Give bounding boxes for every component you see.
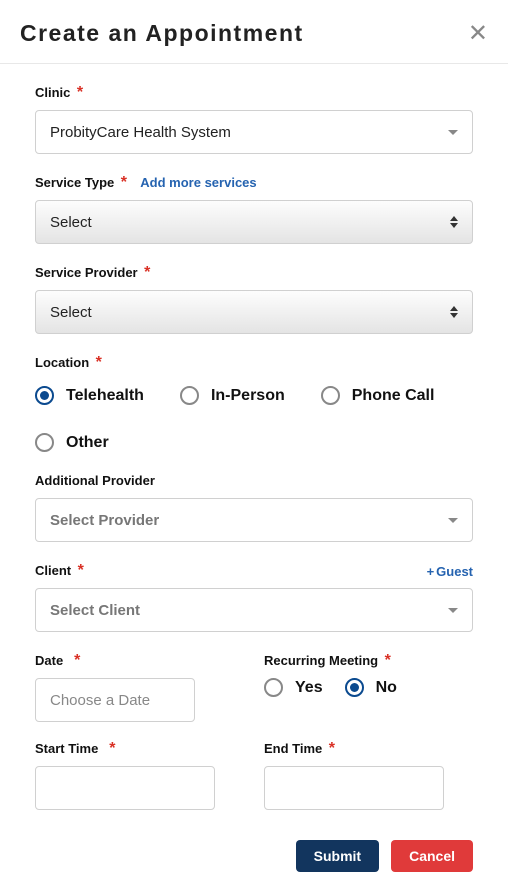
modal-body: Clinic * ProbityCare Health System Servi… bbox=[0, 64, 508, 830]
required-marker: * bbox=[96, 354, 102, 371]
updown-icon bbox=[450, 306, 458, 318]
recurring-option-yes[interactable]: Yes bbox=[264, 678, 323, 697]
radio-label: Telehealth bbox=[66, 387, 144, 405]
radio-label: Phone Call bbox=[352, 387, 435, 405]
location-label: Location bbox=[35, 355, 89, 370]
start-time-group: Start Time * bbox=[35, 740, 244, 810]
client-select[interactable]: Select Client bbox=[35, 588, 473, 632]
required-marker: * bbox=[70, 652, 81, 669]
client-label: Client bbox=[35, 563, 71, 578]
create-appointment-modal: Create an Appointment ✕ Clinic * Probity… bbox=[0, 0, 508, 896]
guest-link-text: Guest bbox=[436, 564, 473, 579]
required-marker: * bbox=[329, 740, 335, 757]
required-marker: * bbox=[385, 652, 391, 669]
close-icon[interactable]: ✕ bbox=[468, 22, 488, 46]
updown-icon bbox=[450, 216, 458, 228]
additional-provider-placeholder: Select Provider bbox=[50, 512, 159, 529]
cancel-button[interactable]: Cancel bbox=[391, 840, 473, 872]
location-option-other[interactable]: Other bbox=[35, 433, 109, 452]
recurring-option-no[interactable]: No bbox=[345, 678, 397, 697]
location-group: Location * Telehealth In-Person Phone Ca… bbox=[35, 354, 473, 452]
recurring-options: Yes No bbox=[264, 678, 473, 697]
service-provider-placeholder: Select bbox=[50, 304, 92, 321]
recurring-label: Recurring Meeting bbox=[264, 653, 378, 668]
service-type-placeholder: Select bbox=[50, 214, 92, 231]
modal-footer: Submit Cancel bbox=[0, 830, 508, 896]
radio-icon bbox=[345, 678, 364, 697]
location-option-inperson[interactable]: In-Person bbox=[180, 386, 285, 405]
modal-header: Create an Appointment ✕ bbox=[0, 0, 508, 64]
date-input[interactable] bbox=[35, 678, 195, 722]
clinic-label: Clinic bbox=[35, 85, 70, 100]
required-marker: * bbox=[77, 84, 83, 101]
required-marker: * bbox=[144, 264, 150, 281]
radio-label: Other bbox=[66, 434, 109, 452]
radio-icon bbox=[321, 386, 340, 405]
clinic-value: ProbityCare Health System bbox=[50, 124, 231, 141]
add-guest-link[interactable]: +Guest bbox=[427, 564, 473, 579]
additional-provider-label: Additional Provider bbox=[35, 473, 155, 488]
clinic-group: Clinic * ProbityCare Health System bbox=[35, 84, 473, 154]
end-time-input[interactable] bbox=[264, 766, 444, 810]
location-option-telehealth[interactable]: Telehealth bbox=[35, 386, 144, 405]
additional-provider-group: Additional Provider Select Provider bbox=[35, 472, 473, 542]
service-provider-group: Service Provider * Select bbox=[35, 264, 473, 334]
submit-button[interactable]: Submit bbox=[296, 840, 379, 872]
modal-title: Create an Appointment bbox=[20, 20, 304, 47]
chevron-down-icon bbox=[448, 518, 458, 523]
end-time-group: End Time * bbox=[264, 740, 473, 810]
service-provider-select[interactable]: Select bbox=[35, 290, 473, 334]
end-time-label: End Time bbox=[264, 741, 322, 756]
service-provider-label: Service Provider bbox=[35, 265, 138, 280]
radio-icon bbox=[264, 678, 283, 697]
radio-icon bbox=[35, 433, 54, 452]
radio-icon bbox=[180, 386, 199, 405]
service-type-select[interactable]: Select bbox=[35, 200, 473, 244]
radio-icon bbox=[35, 386, 54, 405]
clinic-select[interactable]: ProbityCare Health System bbox=[35, 110, 473, 154]
add-services-link[interactable]: Add more services bbox=[140, 175, 256, 190]
required-marker: * bbox=[105, 740, 116, 757]
radio-label: In-Person bbox=[211, 387, 285, 405]
service-type-label: Service Type bbox=[35, 175, 114, 190]
date-recurring-row: Date * Recurring Meeting * Yes bbox=[35, 652, 473, 722]
required-marker: * bbox=[121, 174, 127, 191]
start-time-input[interactable] bbox=[35, 766, 215, 810]
start-time-label: Start Time bbox=[35, 741, 98, 756]
client-group: Client * +Guest Select Client bbox=[35, 562, 473, 632]
chevron-down-icon bbox=[448, 130, 458, 135]
chevron-down-icon bbox=[448, 608, 458, 613]
location-option-phonecall[interactable]: Phone Call bbox=[321, 386, 435, 405]
date-label: Date bbox=[35, 653, 63, 668]
location-options: Telehealth In-Person Phone Call Other bbox=[35, 380, 473, 452]
service-type-group: Service Type * Add more services Select bbox=[35, 174, 473, 244]
time-row: Start Time * End Time * bbox=[35, 740, 473, 810]
required-marker: * bbox=[78, 562, 84, 579]
recurring-group: Recurring Meeting * Yes No bbox=[264, 652, 473, 722]
radio-label: Yes bbox=[295, 679, 323, 697]
plus-icon: + bbox=[427, 564, 435, 579]
date-group: Date * bbox=[35, 652, 244, 722]
radio-label: No bbox=[376, 679, 397, 697]
client-placeholder: Select Client bbox=[50, 602, 140, 619]
additional-provider-select[interactable]: Select Provider bbox=[35, 498, 473, 542]
